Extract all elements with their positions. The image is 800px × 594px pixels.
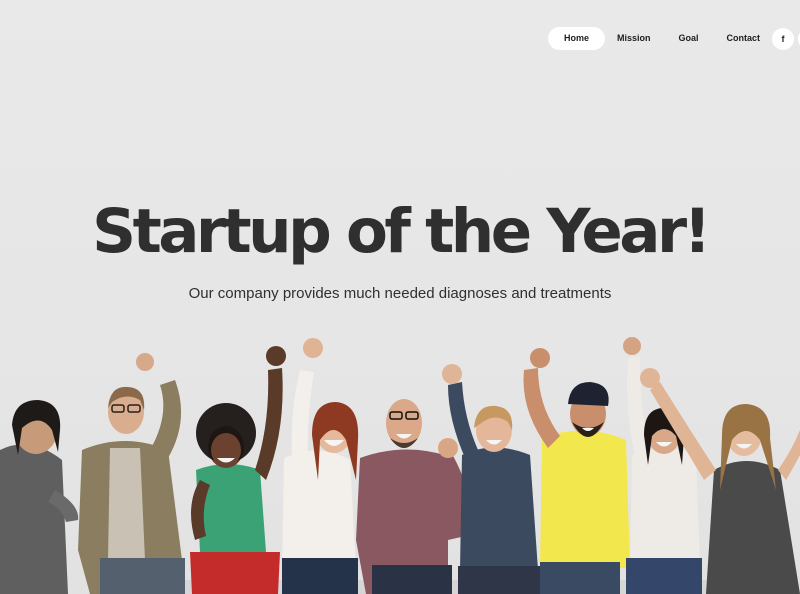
nav-home[interactable]: Home [548, 27, 606, 50]
nav-mission[interactable]: Mission [603, 27, 665, 50]
main-nav: Home Mission Goal Contact [548, 27, 774, 50]
person-2 [78, 353, 185, 594]
person-4 [282, 338, 359, 594]
person-8 [623, 337, 702, 594]
hero-subtitle: Our company provides much needed diagnos… [188, 285, 612, 302]
nav-contact[interactable]: Contact [713, 27, 775, 50]
hero-title: Startup of the Year! [92, 196, 711, 267]
nav-goal[interactable]: Goal [665, 27, 713, 50]
team-celebration-photo [0, 337, 800, 594]
social-links: f [772, 28, 800, 50]
person-5 [356, 399, 476, 594]
person-3 [190, 346, 286, 594]
person-1 [0, 400, 79, 594]
person-7 [523, 348, 630, 594]
facebook-icon[interactable]: f [772, 28, 794, 50]
